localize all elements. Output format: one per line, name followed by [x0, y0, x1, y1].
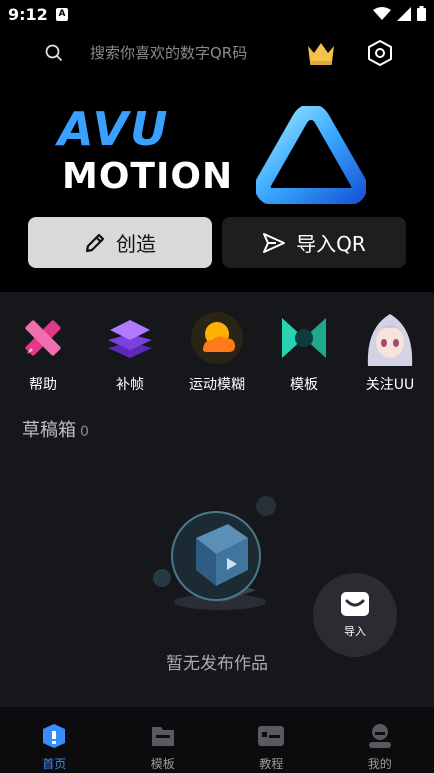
- sun-cloud-icon: [189, 310, 245, 366]
- battery-icon: [417, 6, 426, 21]
- bowtie-template-icon: [276, 310, 332, 366]
- nav-profile-label: 我的: [367, 757, 392, 771]
- avu-triangle-logo-icon: [256, 106, 366, 204]
- help-ruler-pencil-icon: [15, 310, 71, 366]
- import-fab-button[interactable]: 导入: [313, 573, 397, 657]
- import-qr-button-label: 导入QR: [296, 232, 366, 256]
- inbox-icon: [341, 592, 369, 616]
- wifi-icon: [373, 6, 391, 20]
- nav-home-label: 首页: [42, 757, 67, 771]
- folder-icon: [151, 727, 174, 746]
- tool-follow-uu-label: 关注UU: [365, 377, 415, 393]
- pencil-icon: [85, 233, 105, 252]
- drafts-header: 草稿箱 0: [22, 416, 89, 442]
- tool-follow-uu[interactable]: 关注UU: [350, 310, 430, 394]
- send-icon: [263, 232, 286, 253]
- signal-icon: [397, 6, 411, 21]
- hero-title-line2: MOTION: [62, 156, 234, 197]
- drafts-count: 0: [80, 424, 89, 440]
- create-button[interactable]: 创造: [28, 217, 212, 268]
- status-bar: 9:12 A: [0, 0, 434, 30]
- status-time: 9:12: [8, 5, 48, 24]
- anime-avatar-icon: [362, 310, 418, 366]
- nav-templates[interactable]: 模板: [109, 707, 218, 773]
- tool-frame-interpolation-label: 补帧: [116, 377, 144, 393]
- import-qr-button[interactable]: 导入QR: [222, 217, 406, 268]
- drafts-title: 草稿箱: [22, 420, 76, 441]
- crown-icon[interactable]: [306, 40, 336, 66]
- status-indicators: [373, 6, 426, 21]
- nav-tutorials-label: 教程: [259, 757, 284, 771]
- content-panel: 帮助 补帧 运动模糊 模板 关注UU 草稿箱 0 暂无发布作品 导入: [0, 292, 434, 707]
- nav-templates-label: 模板: [150, 757, 175, 771]
- notification-app-icon: A: [56, 8, 68, 21]
- tool-motion-blur[interactable]: 运动模糊: [177, 310, 257, 394]
- hero-banner: AVU MOTION: [0, 90, 434, 210]
- nav-home[interactable]: 首页: [0, 707, 109, 773]
- import-fab-label: 导入: [344, 625, 366, 638]
- tool-templates[interactable]: 模板: [264, 310, 344, 394]
- nav-tutorials[interactable]: 教程: [217, 707, 326, 773]
- hero-title-line1: AVU: [58, 102, 170, 156]
- nav-profile[interactable]: 我的: [326, 707, 434, 773]
- search-icon[interactable]: [44, 43, 64, 63]
- search-input[interactable]: 搜索你喜欢的数字QR码: [90, 42, 247, 63]
- settings-hexagon-icon[interactable]: [366, 39, 394, 67]
- layers-icon: [102, 310, 158, 366]
- empty-box-illustration-icon: [153, 496, 276, 610]
- tool-templates-label: 模板: [290, 377, 318, 393]
- tool-help[interactable]: 帮助: [3, 310, 83, 394]
- tool-frame-interpolation[interactable]: 补帧: [90, 310, 170, 394]
- create-button-label: 创造: [116, 232, 156, 256]
- search-row: 搜索你喜欢的数字QR码: [0, 30, 434, 76]
- bottom-navigation: 首页 模板 教程 我的: [0, 707, 434, 773]
- profile-icon: [368, 724, 391, 748]
- tutorial-icon: [258, 726, 285, 746]
- tool-motion-blur-label: 运动模糊: [189, 377, 245, 393]
- tool-help-label: 帮助: [29, 377, 57, 393]
- home-icon: [43, 724, 66, 748]
